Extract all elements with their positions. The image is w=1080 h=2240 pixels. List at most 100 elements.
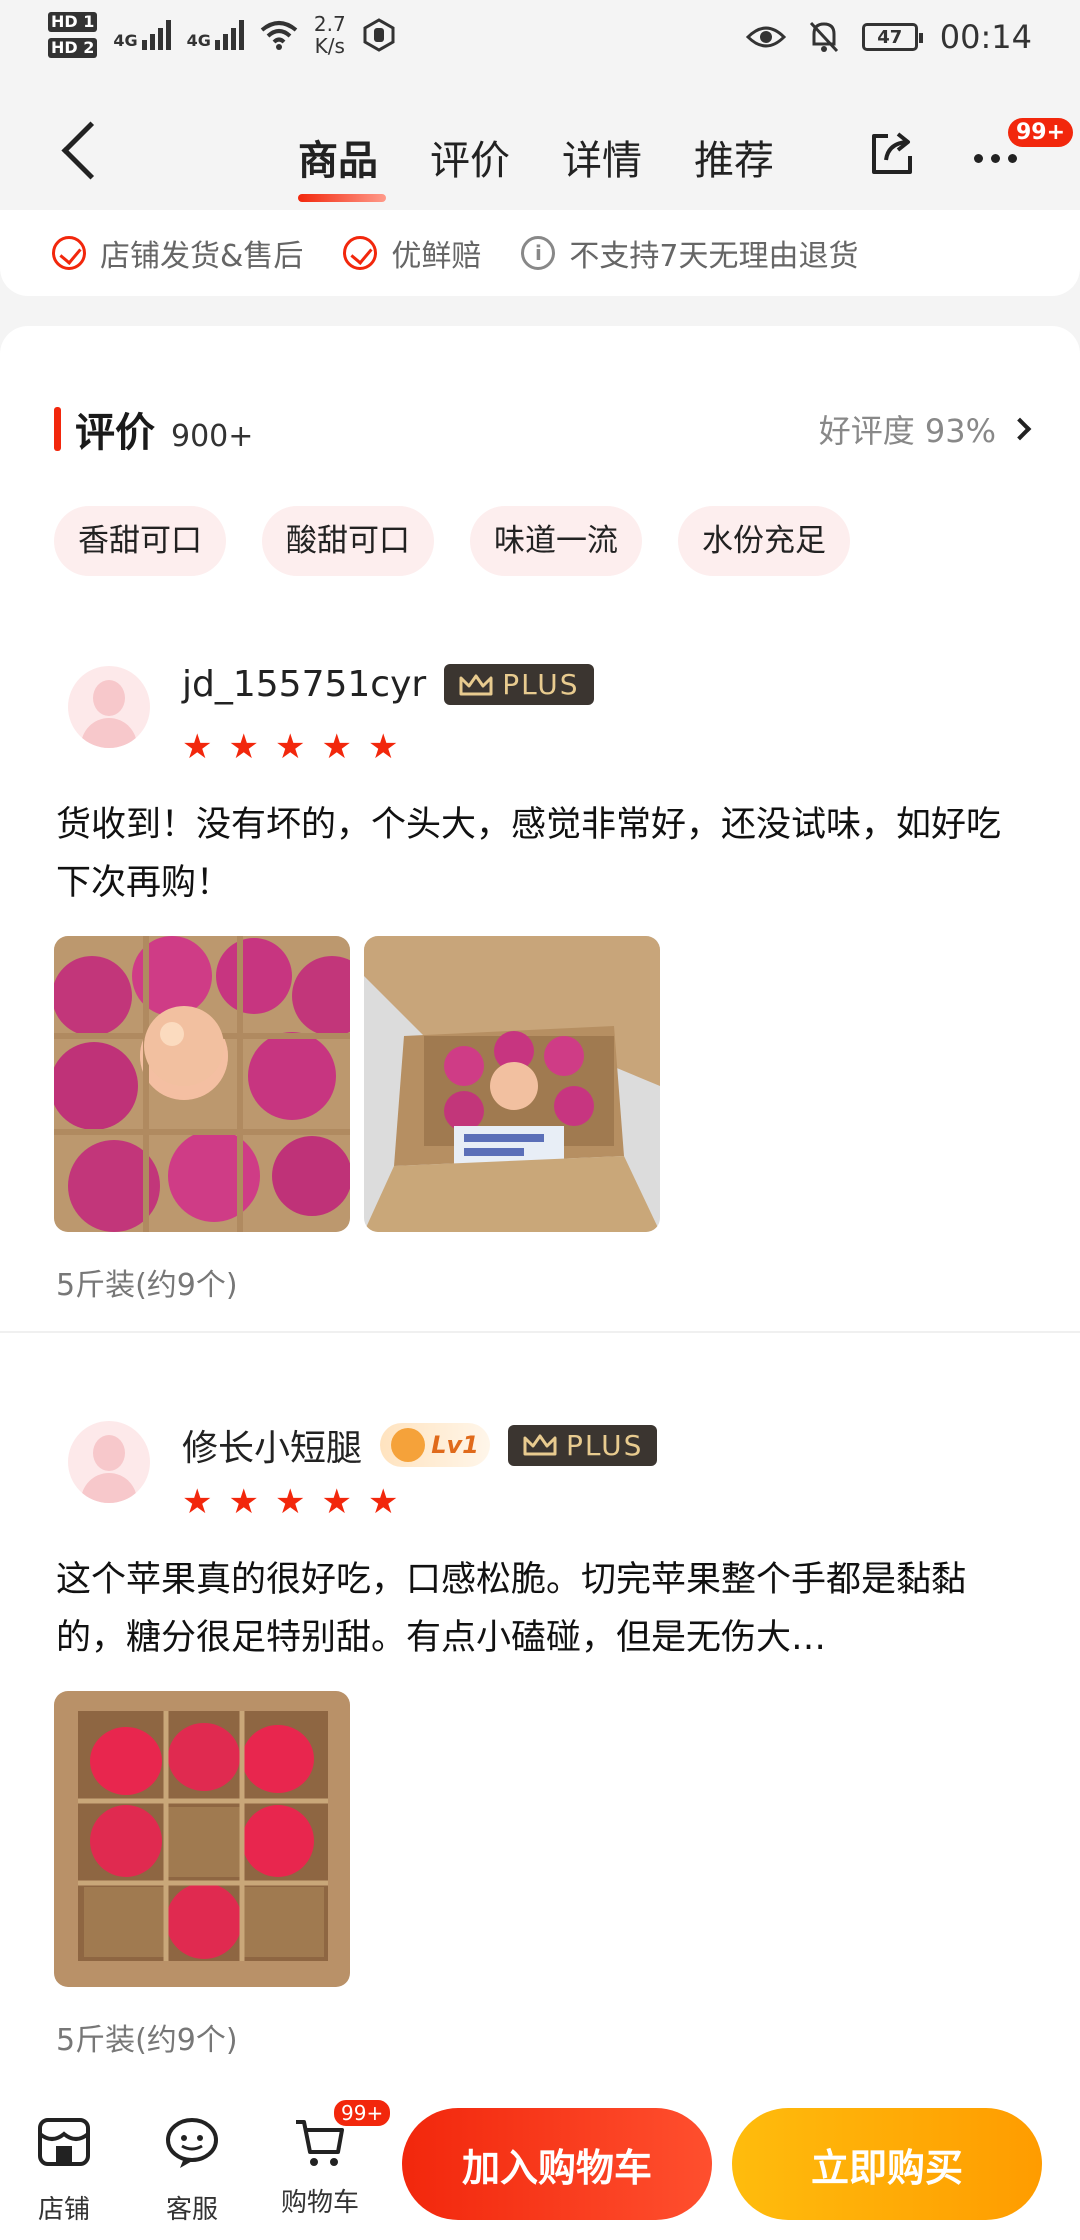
eye-icon <box>745 26 786 48</box>
star-icon: ★ <box>274 727 306 767</box>
plus-badge: PLUS <box>444 664 594 705</box>
battery-level: 47 <box>877 26 903 48</box>
more-icon <box>974 154 1017 163</box>
tab-recommend[interactable]: 推荐 <box>694 128 774 200</box>
star-icon: ★ <box>321 1482 352 1522</box>
status-right: 47 00:14 <box>745 18 1032 56</box>
reviews-card: 评价 900+ 好评度 93% 香甜可口 酸甜可口 味道一流 水份充足 jd_1… <box>0 326 1080 2086</box>
cart-badge: 99+ <box>332 2098 393 2128</box>
reviews-title: 评价 <box>75 410 155 456</box>
signal-1-icon <box>141 20 171 50</box>
review-tag[interactable]: 味道一流 <box>470 506 642 576</box>
reviewer-info: 修长小短腿 Lv1 PLUS <box>182 1419 658 1471</box>
customer-service-icon <box>166 2118 218 2168</box>
service-label: 客服 <box>165 2195 218 2225</box>
check-circle-icon <box>343 236 378 270</box>
star-icon: ★ <box>367 727 399 767</box>
speed-value: 2.7 <box>313 12 346 36</box>
section-accent-bar <box>54 407 61 451</box>
review-tag[interactable]: 香甜可口 <box>54 506 226 576</box>
check-circle-icon <box>52 236 86 270</box>
info-icon: i <box>521 236 556 270</box>
divider <box>0 1331 1080 1333</box>
cart-label: 购物车 <box>280 2188 359 2218</box>
network-type-2: 4G <box>186 31 211 50</box>
service-label: 优鲜赔 <box>391 239 482 274</box>
buy-now-button[interactable]: 立即购买 <box>732 2108 1042 2220</box>
plus-badge: PLUS <box>508 1424 658 1466</box>
hand-icon <box>363 18 395 52</box>
status-left: HD 1 HD 2 4G 4G 2.7 K/s <box>48 12 396 58</box>
rating-stars: ★ ★ ★ ★ ★ <box>182 1485 398 1519</box>
plus-label: PLUS <box>566 1428 644 1462</box>
review-photo[interactable] <box>54 1691 350 1987</box>
more-button[interactable]: 99+ <box>968 118 1074 188</box>
star-icon: ★ <box>228 1482 259 1522</box>
reviewer-name: 修长小短腿 <box>182 1428 363 1469</box>
tab-details[interactable]: 详情 <box>562 128 642 200</box>
reviews-count: 900+ <box>171 419 254 454</box>
store-button[interactable]: 店铺 <box>14 2114 114 2226</box>
customer-service-button[interactable]: 客服 <box>142 2114 242 2226</box>
add-to-cart-button[interactable]: 加入购物车 <box>402 2108 712 2220</box>
review-photos <box>54 1691 350 1987</box>
level-coin-icon <box>391 1428 426 1462</box>
review-tag[interactable]: 酸甜可口 <box>262 506 434 576</box>
review-text: 货收到！没有坏的，个头大，感觉非常好，还没试味，如好吃下次再购！ <box>56 805 1002 903</box>
crown-icon <box>523 1434 557 1456</box>
back-button[interactable] <box>60 120 100 180</box>
hd-indicators: HD 1 HD 2 <box>48 12 98 58</box>
review-tag[interactable]: 水份充足 <box>678 506 850 576</box>
crown-icon <box>459 674 493 695</box>
bottom-action-bar: 店铺 客服 99+ 购物车 加入购物车 立即购买 <box>0 2086 1080 2240</box>
tab-product[interactable]: 商品 <box>298 128 386 202</box>
good-rate: 好评度 93% <box>818 412 996 450</box>
service-item[interactable]: 店铺发货&售后 <box>52 231 303 275</box>
avatar <box>68 666 150 748</box>
service-item[interactable]: i 不支持7天无理由退货 <box>521 231 859 275</box>
network-speed: 2.7 K/s <box>314 13 346 57</box>
signal-2-icon <box>214 20 244 50</box>
message-badge: 99+ <box>1008 118 1074 147</box>
star-icon: ★ <box>274 1482 306 1522</box>
rating-stars: ★ ★ ★ ★ ★ <box>182 730 398 764</box>
star-icon: ★ <box>228 727 259 767</box>
review-photos <box>54 936 660 1232</box>
star-icon: ★ <box>182 1482 213 1522</box>
clock: 00:14 <box>939 18 1032 56</box>
status-bar: HD 1 HD 2 4G 4G 2.7 K/s 47 00:14 <box>0 0 1080 80</box>
cart-button[interactable]: 99+ 购物车 <box>270 2098 393 2219</box>
top-navigation: 商品 评价 详情 推荐 99+ <box>0 80 1080 210</box>
star-icon: ★ <box>367 1482 399 1522</box>
network-type-1: 4G <box>113 31 138 50</box>
level-label: Lv1 <box>431 1431 479 1459</box>
star-icon: ★ <box>321 727 352 767</box>
reviews-header: 评价 900+ <box>54 400 253 458</box>
cart-icon-wrap: 99+ <box>292 2098 393 2170</box>
good-rate-link[interactable]: 好评度 93% <box>818 406 1032 452</box>
review-photo[interactable] <box>364 936 660 1232</box>
mute-bell-icon <box>809 21 838 53</box>
service-item[interactable]: 优鲜赔 <box>343 231 481 275</box>
reviewer-info: jd_155751cyr PLUS <box>182 664 594 705</box>
share-icon[interactable] <box>868 128 916 176</box>
review-text: 这个苹果真的很好吃，口感松脆。切完苹果整个手都是黏黏的，糖分很足特别甜。有点小磕… <box>56 1560 967 1658</box>
tab-reviews[interactable]: 评价 <box>430 128 510 200</box>
service-guarantees: 店铺发货&售后 优鲜赔 i 不支持7天无理由退货 <box>0 210 1080 296</box>
service-label: 店铺发货&售后 <box>100 239 304 274</box>
hd1-label: HD 1 <box>48 12 98 32</box>
review-tags: 香甜可口 酸甜可口 味道一流 水份充足 <box>54 506 850 576</box>
review-photo[interactable] <box>54 936 350 1232</box>
store-icon <box>38 2118 90 2166</box>
chevron-right-icon <box>1008 417 1032 441</box>
hd2-label: HD 2 <box>48 38 98 58</box>
level-badge: Lv1 <box>380 1423 491 1467</box>
service-label: 不支持7天无理由退货 <box>569 239 859 274</box>
review-spec: 5斤装(约9个) <box>56 2023 238 2058</box>
speed-unit: K/s <box>314 34 345 58</box>
store-label: 店铺 <box>37 2195 90 2225</box>
plus-label: PLUS <box>502 668 580 701</box>
battery-icon: 47 <box>861 23 923 51</box>
star-icon: ★ <box>182 727 213 767</box>
review-spec: 5斤装(约9个) <box>56 1268 238 1303</box>
